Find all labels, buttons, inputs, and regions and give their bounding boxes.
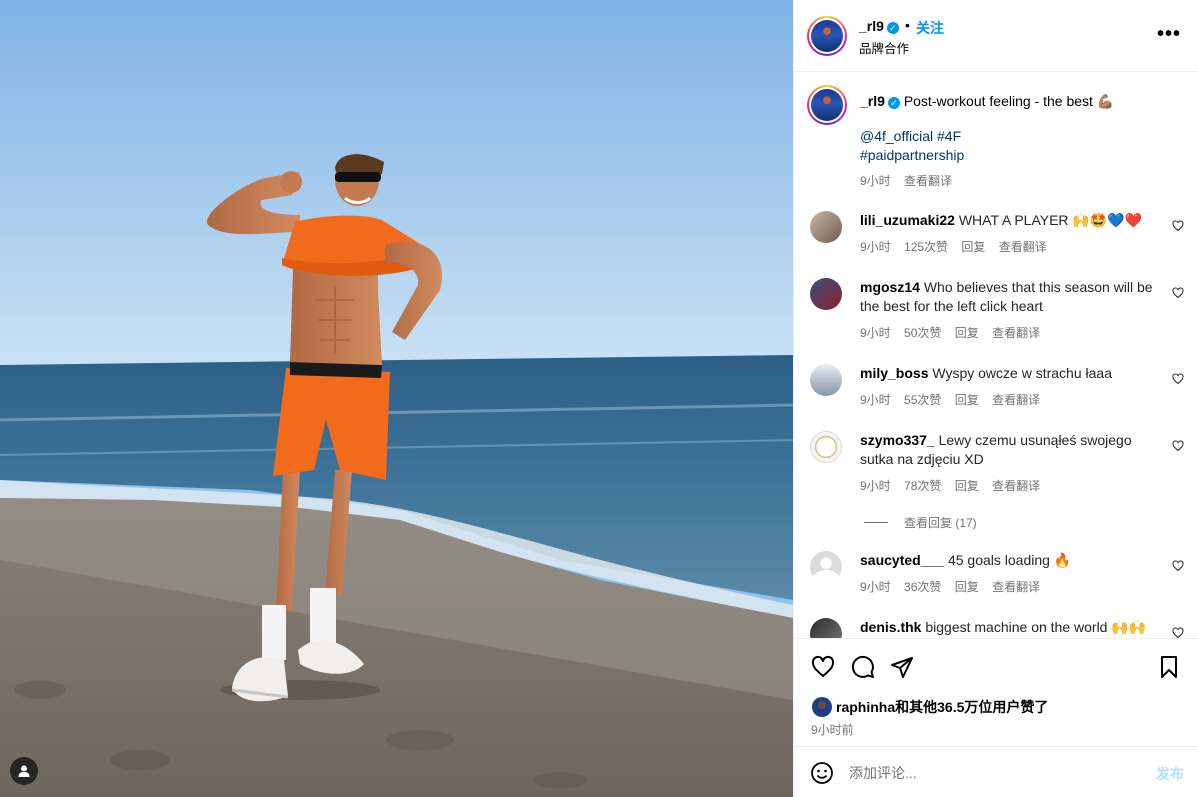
comment-like-heart-icon[interactable] [1172,440,1184,452]
send-icon[interactable] [890,655,914,679]
comment-text-block: saucyted___ 45 goals loading 🔥 [860,551,1160,570]
commenter-username[interactable]: saucyted___ [860,552,944,568]
comment-translate-link[interactable]: 查看翻译 [999,240,1047,254]
replies-divider [864,522,888,523]
commenter-avatar[interactable] [810,618,842,638]
caption-text-block: _rl9 ✓ Post-workout feeling - the best 💪🏽 [860,92,1180,111]
paid-partnership-label[interactable]: 品牌合作 [859,38,909,57]
comment-text: 45 goals loading 🔥 [947,552,1072,568]
comment-reply-button[interactable]: 回复 [955,479,979,493]
heart-icon[interactable] [811,655,835,679]
tagged-users-button[interactable] [10,757,38,785]
comment-reply-button[interactable]: 回复 [961,240,985,254]
comment-icon[interactable] [851,655,875,679]
comment-meta: 9小时 125次赞 回复 查看翻译 [860,238,1057,255]
comment-likes-count[interactable]: 55次赞 [904,393,941,407]
view-replies-button[interactable]: 查看回复 (17) [864,514,977,531]
beach-photo [0,0,793,797]
more-options-icon[interactable]: ••• [1157,24,1181,44]
liker-avatar [812,697,832,717]
comment-like-heart-icon[interactable] [1172,220,1184,232]
caption-meta: 9小时 查看翻译 [860,172,962,189]
comment-translate-link[interactable]: 查看翻译 [992,580,1040,594]
comment-time[interactable]: 9小时 [860,479,891,493]
comment-like-heart-icon[interactable] [1172,627,1184,638]
verified-badge-icon: ✓ [886,22,899,34]
comment-text-block: denis.thk biggest machine on the world 🙌… [860,618,1160,637]
comment-likes-count[interactable]: 50次赞 [904,326,941,340]
comment-reply-button[interactable]: 回复 [955,326,979,340]
comment-likes-count[interactable]: 78次赞 [904,479,941,493]
commenter-avatar[interactable] [810,364,842,396]
follow-button[interactable]: 关注 [916,18,944,38]
comment-text-block: mily_boss Wyspy owcze w strachu łaaa [860,364,1160,383]
user-icon [18,765,30,777]
caption-username[interactable]: _rl9 [860,93,885,109]
commenter-avatar[interactable] [810,431,842,463]
comment-like-heart-icon[interactable] [1172,560,1184,572]
likes-summary[interactable]: raphinha和其他36.5万位用户赞了 [812,697,1048,717]
post-comment-button[interactable]: 发布 [1156,764,1184,784]
comment-text: Wyspy owcze w strachu łaaa [932,365,1112,381]
comment-text: biggest machine on the world 🙌🙌 [925,619,1147,635]
comment-likes-count[interactable]: 125次赞 [904,240,948,254]
author-username[interactable]: _rl9 ✓ [859,18,899,34]
comment-text-block: szymo337_ Lewy czemu usunąłeś swojego su… [860,431,1160,469]
caption-text: Post-workout feeling - the best 💪🏽 [903,93,1115,109]
commenter-username[interactable]: mily_boss [860,365,928,381]
comment-text: WHAT A PLAYER 🙌🤩💙❤️ [958,212,1143,228]
comments-list[interactable]: _rl9 ✓ Post-workout feeling - the best 💪🏽… [794,73,1197,638]
post-header: _rl9 ✓ • 关注 品牌合作 ••• [794,0,1197,72]
comment-meta: 9小时 55次赞 回复 查看翻译 [860,391,1050,408]
separator-dot: • [905,17,910,33]
post-side-panel: _rl9 ✓ • 关注 品牌合作 ••• _rl9 ✓ Post-workout f… [793,0,1197,797]
comment-text-block: lili_uzumaki22 WHAT A PLAYER 🙌🤩💙❤️ [860,211,1160,230]
commenter-avatar[interactable] [810,278,842,310]
comment-translate-link[interactable]: 查看翻译 [992,479,1040,493]
caption-translate-link[interactable]: 查看翻译 [904,174,952,188]
comment-time[interactable]: 9小时 [860,240,891,254]
commenter-avatar[interactable] [810,211,842,243]
comment-meta: 9小时 50次赞 回复 查看翻译 [860,324,1050,341]
comment-meta: 9小时 78次赞 回复 查看翻译 [860,477,1050,494]
comment-input[interactable] [849,760,1139,786]
comment-time[interactable]: 9小时 [860,580,891,594]
comment-reply-button[interactable]: 回复 [955,580,979,594]
bookmark-icon[interactable] [1157,655,1181,679]
commenter-username[interactable]: denis.thk [860,619,921,635]
caption-hashtags[interactable]: #paidpartnership [860,146,1160,165]
post-photo[interactable] [0,0,793,797]
commenter-username[interactable]: mgosz14 [860,279,920,295]
commenter-avatar[interactable] [810,551,842,583]
post-actions: raphinha和其他36.5万位用户赞了 9小时前 [794,638,1197,748]
caption-time[interactable]: 9小时 [860,174,891,188]
comment-like-heart-icon[interactable] [1172,373,1184,385]
comment-time[interactable]: 9小时 [860,326,891,340]
comment-like-heart-icon[interactable] [1172,287,1184,299]
author-avatar[interactable] [807,16,847,56]
commenter-username[interactable]: lili_uzumaki22 [860,212,955,228]
comment-time[interactable]: 9小时 [860,393,891,407]
comment-likes-count[interactable]: 36次赞 [904,580,941,594]
caption-mentions[interactable]: @4f_official #4F [860,127,1160,146]
comment-translate-link[interactable]: 查看翻译 [992,393,1040,407]
comment-reply-button[interactable]: 回复 [955,393,979,407]
comment-composer: 发布 [794,746,1197,797]
comment-meta: 9小时 36次赞 回复 查看翻译 [860,578,1050,595]
commenter-username[interactable]: szymo337_ [860,432,935,448]
verified-badge-icon: ✓ [887,97,900,109]
comment-text-block: mgosz14 Who believes that this season wi… [860,278,1160,316]
comment-translate-link[interactable]: 查看翻译 [992,326,1040,340]
post-timestamp[interactable]: 9小时前 [811,721,854,738]
emoji-icon[interactable] [810,761,834,785]
caption-author-avatar[interactable] [807,85,847,125]
